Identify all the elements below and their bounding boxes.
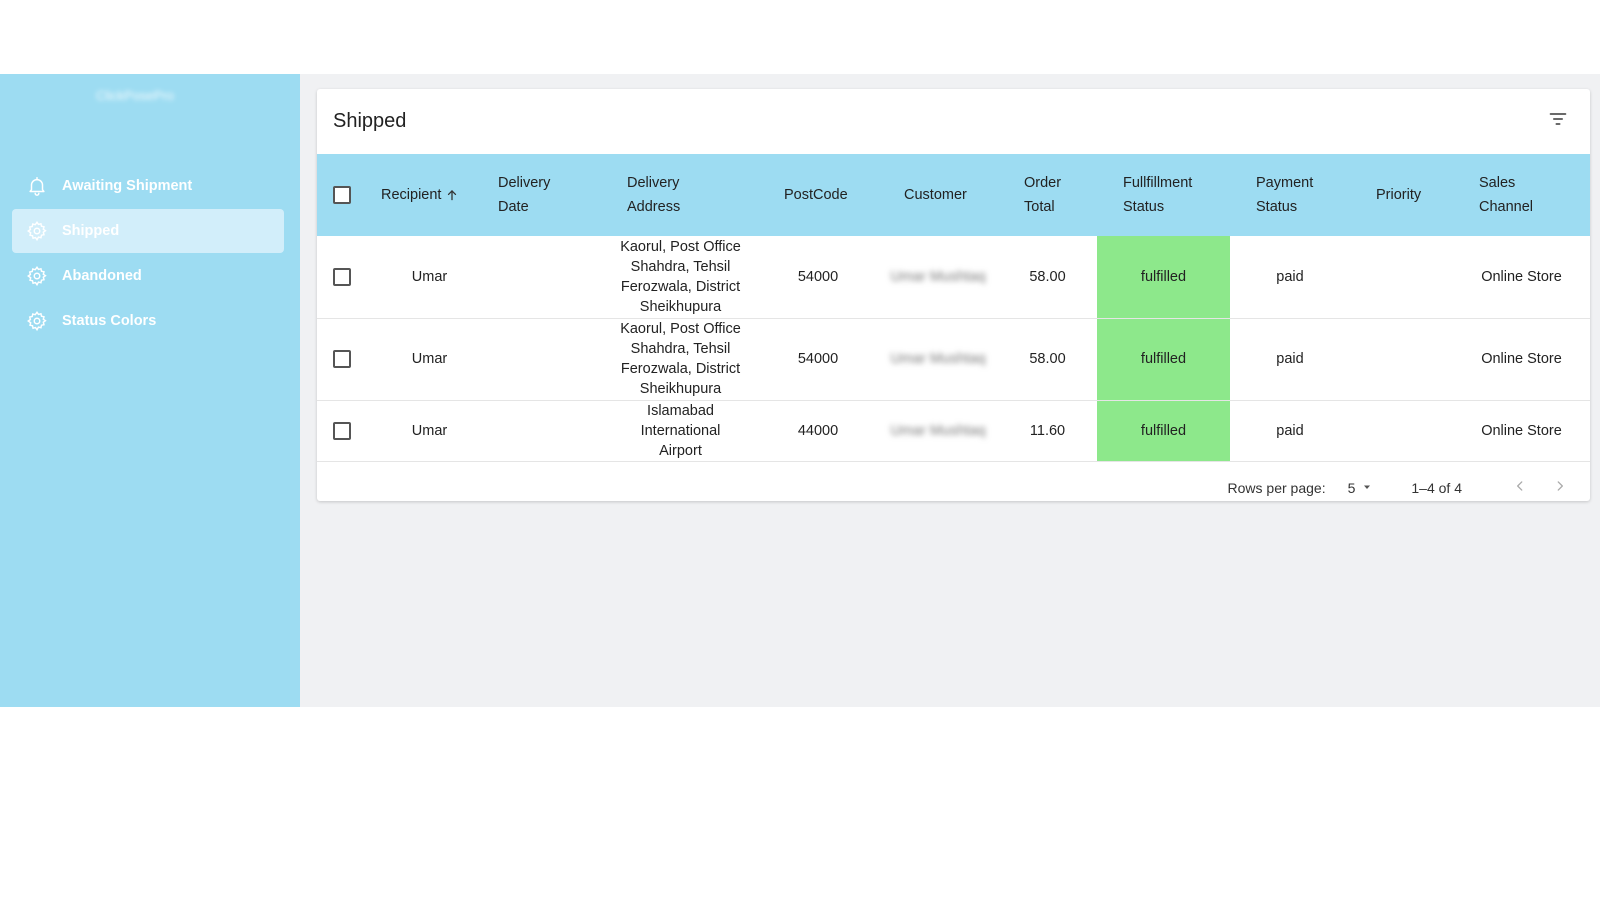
cell-payment-status: paid: [1230, 236, 1350, 319]
app-shell: ClickPosePro Awaiting Shipment Shipped A…: [0, 74, 1600, 707]
row-checkbox[interactable]: [333, 267, 351, 286]
select-all-checkbox[interactable]: [333, 186, 351, 205]
cell-recipient: Umar: [371, 236, 488, 319]
cell-delivery-date: [488, 236, 603, 319]
cell-fulfillment-status: fulfilled: [1097, 318, 1230, 401]
rows-per-page-label: Rows per page:: [1227, 479, 1326, 496]
filter-button[interactable]: [1542, 106, 1574, 138]
gear-icon: [26, 310, 48, 332]
gear-icon: [26, 220, 48, 242]
rows-per-page-select[interactable]: 5: [1348, 480, 1374, 496]
cell-sales-channel: Online Store: [1453, 236, 1590, 319]
column-header-delivery-date[interactable]: Delivery Date: [488, 154, 603, 236]
sidebar-item-status-colors[interactable]: Status Colors: [12, 299, 284, 343]
cell-order-total: 11.60: [998, 400, 1097, 462]
table-row[interactable]: Umar Islamabad International Airport 440…: [317, 400, 1590, 462]
sidebar-item-abandoned[interactable]: Abandoned: [12, 254, 284, 298]
bell-icon: [26, 175, 48, 197]
chevron-left-icon: [1513, 479, 1527, 496]
cell-customer: Umar Mushtaq: [878, 236, 998, 319]
orders-table: Recipient Delivery Date Delivery Address P…: [317, 154, 1590, 462]
cell-fulfillment-status: fulfilled: [1097, 236, 1230, 319]
table-row[interactable]: Umar Kaorul, Post Office Shahdra, Tehsil…: [317, 318, 1590, 401]
sidebar-item-label: Status Colors: [62, 313, 157, 329]
cell-postcode: 44000: [758, 400, 878, 462]
cell-order-total: 58.00: [998, 318, 1097, 401]
main-content: Shipped Recipient Delivery Date Delivery…: [300, 74, 1600, 707]
table-header-row: Recipient Delivery Date Delivery Address P…: [317, 154, 1590, 236]
cell-delivery-address: Kaorul, Post Office Shahdra, Tehsil Fero…: [603, 236, 758, 319]
sidebar: ClickPosePro Awaiting Shipment Shipped A…: [0, 74, 300, 707]
column-header-recipient[interactable]: Recipient: [371, 154, 488, 236]
column-header-customer[interactable]: Customer: [878, 154, 998, 236]
previous-page-button[interactable]: [1508, 476, 1532, 500]
sidebar-item-awaiting-shipment[interactable]: Awaiting Shipment: [12, 164, 284, 208]
sidebar-nav: Awaiting Shipment Shipped Abandoned Stat…: [12, 164, 284, 344]
cell-sales-channel: Online Store: [1453, 318, 1590, 401]
chevron-right-icon: [1553, 479, 1567, 496]
gear-icon: [26, 265, 48, 287]
sort-arrow-up-icon: [445, 188, 459, 202]
cell-customer: Umar Mushtaq: [878, 318, 998, 401]
cell-payment-status: paid: [1230, 400, 1350, 462]
orders-card: Shipped Recipient Delivery Date Delivery…: [317, 89, 1590, 501]
cell-priority: [1350, 318, 1453, 401]
cell-delivery-address: Kaorul, Post Office Shahdra, Tehsil Fero…: [603, 318, 758, 401]
column-header-delivery-address[interactable]: Delivery Address: [603, 154, 758, 236]
column-header-sales-channel[interactable]: Sales Channel: [1453, 154, 1590, 236]
cell-postcode: 54000: [758, 236, 878, 319]
cell-fulfillment-status: fulfilled: [1097, 400, 1230, 462]
cell-delivery-address: Islamabad International Airport: [603, 400, 758, 462]
cell-priority: [1350, 236, 1453, 319]
row-select-cell: [317, 400, 371, 462]
card-header: Shipped: [317, 89, 1590, 154]
cell-delivery-date: [488, 400, 603, 462]
column-header-label: Recipient: [381, 187, 442, 203]
column-header-priority[interactable]: Priority: [1350, 154, 1453, 236]
cell-postcode: 54000: [758, 318, 878, 401]
app-logo: ClickPosePro: [95, 88, 175, 103]
sidebar-item-label: Shipped: [62, 223, 120, 239]
page-title: Shipped: [333, 110, 407, 132]
cell-order-total: 58.00: [998, 236, 1097, 319]
cell-recipient: Umar: [371, 400, 488, 462]
caret-down-icon: [1361, 480, 1373, 496]
column-header-fulfillment-status[interactable]: Fullfillment Status: [1097, 154, 1230, 236]
row-select-cell: [317, 318, 371, 401]
cell-delivery-date: [488, 318, 603, 401]
sidebar-item-label: Awaiting Shipment: [62, 178, 193, 194]
next-page-button[interactable]: [1548, 476, 1572, 500]
sidebar-item-shipped[interactable]: Shipped: [12, 209, 284, 253]
cell-customer: Umar Mushtaq: [878, 400, 998, 462]
column-header-order-total[interactable]: Order Total: [998, 154, 1097, 236]
sidebar-item-label: Abandoned: [62, 268, 142, 284]
pagination-range: 1–4 of 4: [1411, 479, 1462, 496]
filter-icon: [1548, 109, 1568, 134]
select-all-cell: [317, 154, 371, 236]
row-select-cell: [317, 236, 371, 319]
cell-payment-status: paid: [1230, 318, 1350, 401]
row-checkbox[interactable]: [333, 350, 351, 369]
table-row[interactable]: Umar Kaorul, Post Office Shahdra, Tehsil…: [317, 236, 1590, 319]
cell-priority: [1350, 400, 1453, 462]
cell-recipient: Umar: [371, 318, 488, 401]
rows-per-page-value: 5: [1347, 479, 1356, 496]
column-header-postcode[interactable]: PostCode: [758, 154, 878, 236]
row-checkbox[interactable]: [333, 421, 351, 440]
table-pagination: Rows per page: 5 1–4 of 4: [317, 462, 1590, 514]
cell-sales-channel: Online Store: [1453, 400, 1590, 462]
column-header-payment-status[interactable]: Payment Status: [1230, 154, 1350, 236]
